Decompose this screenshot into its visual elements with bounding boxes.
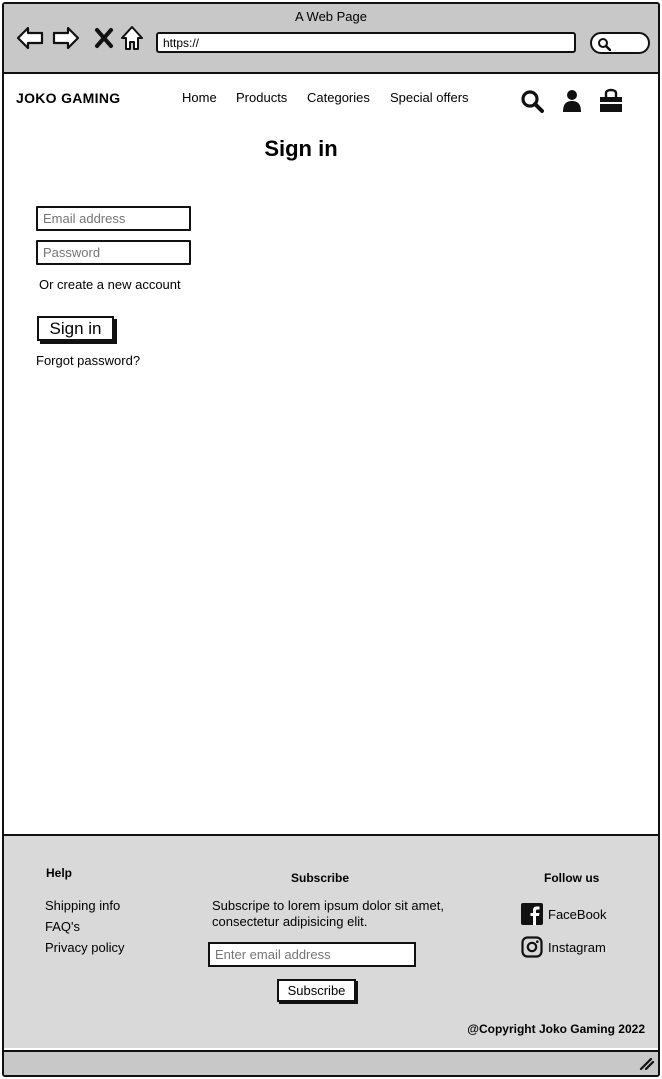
facebook-link[interactable]: FaceBook [521,903,607,925]
close-icon [95,28,113,48]
nav-item-categories[interactable]: Categories [307,90,370,105]
subscribe-button[interactable]: Subscribe [277,979,356,1002]
nav-item-products[interactable]: Products [236,90,287,105]
password-field[interactable] [36,240,191,265]
site-header: JOKO GAMING Home Products Categories Spe… [4,76,658,126]
back-arrow-icon [16,26,44,50]
facebook-label: FaceBook [548,906,607,922]
window-title: A Web Page [294,9,368,24]
back-button[interactable] [16,24,44,52]
forward-arrow-icon [52,26,80,50]
cart-button[interactable] [598,88,624,114]
browser-toolbar: A Web Page https:// [4,4,658,74]
search-icon [521,90,544,113]
forward-button[interactable] [52,24,80,52]
footer-link-faqs[interactable]: FAQ's [45,919,80,934]
footer-link-privacy[interactable]: Privacy policy [45,940,124,955]
url-bar[interactable]: https:// [156,32,576,53]
create-account-link[interactable]: Or create a new account [39,277,181,292]
account-button[interactable] [559,88,585,114]
resize-handle-icon[interactable] [638,1056,654,1070]
page-title: Sign in [264,136,338,161]
home-button[interactable] [118,24,146,52]
user-icon [563,90,581,112]
instagram-link[interactable]: Instagram [521,936,606,958]
shopping-bag-icon [600,88,622,112]
browser-status-bar [4,1050,658,1075]
sign-in-button[interactable]: Sign in [37,316,114,341]
help-heading: Help [46,866,73,880]
follow-heading: Follow us [544,871,600,885]
subscribe-text: Subscripe to lorem ipsum dolor sit amet,… [212,898,444,929]
nav-item-special-offers[interactable]: Special offers [390,90,469,105]
copyright-text: @Copyright Joko Gaming 2022 [467,1022,645,1036]
browser-window: A Web Page https:// JOKO GAMING Home Pro… [2,2,660,1077]
email-field[interactable] [36,206,191,231]
stop-button[interactable] [90,24,118,52]
search-icon [598,38,611,51]
subscribe-email-input[interactable] [208,942,416,967]
footer-link-shipping[interactable]: Shipping info [45,898,120,913]
browser-search-field[interactable] [590,32,650,54]
instagram-icon [521,936,543,958]
site-footer: Help Shipping info FAQ's Privacy policy … [4,834,658,1048]
facebook-icon [521,903,543,925]
instagram-label: Instagram [548,939,606,955]
forgot-password-link[interactable]: Forgot password? [36,353,140,368]
subscribe-heading: Subscribe [291,871,350,885]
site-logo[interactable]: JOKO GAMING [16,90,120,106]
site-search-button[interactable] [519,88,545,114]
home-icon [121,26,143,50]
nav-item-home[interactable]: Home [182,90,217,105]
